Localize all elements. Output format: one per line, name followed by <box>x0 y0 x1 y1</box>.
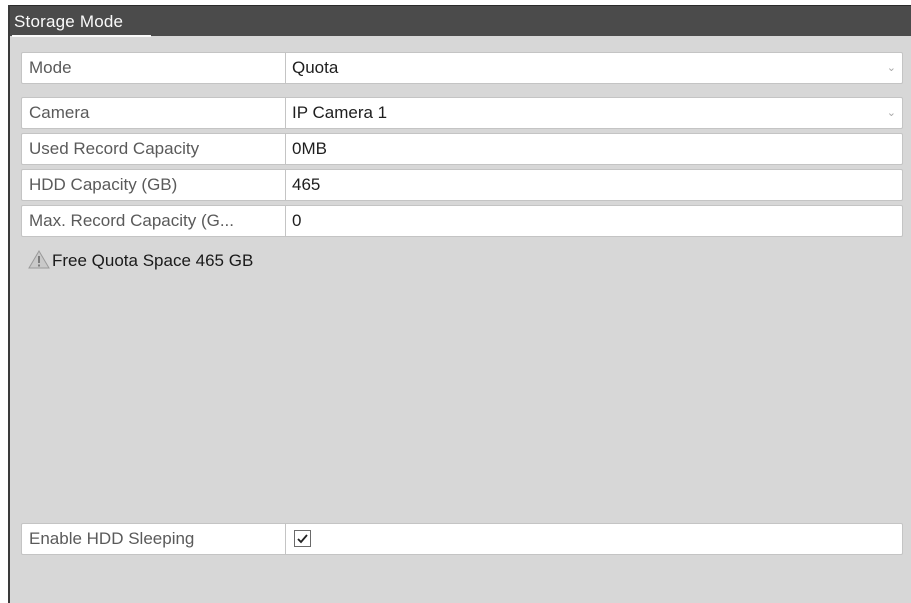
page-title: Storage Mode <box>14 12 124 31</box>
max-capacity-input[interactable]: 0 <box>286 206 902 236</box>
hdd-sleeping-cell <box>286 524 902 554</box>
hdd-sleeping-checkbox[interactable] <box>294 530 311 547</box>
storage-mode-panel: Storage Mode Mode Quota ⌄ Camera IP Came… <box>8 5 911 603</box>
camera-select[interactable]: IP Camera 1 ⌄ <box>286 98 902 128</box>
used-capacity-label: Used Record Capacity <box>22 134 286 164</box>
max-capacity-label: Max. Record Capacity (G... <box>22 206 286 236</box>
mode-value: Quota <box>292 58 339 77</box>
mode-label: Mode <box>22 53 286 83</box>
title-bar: Storage Mode <box>10 5 911 37</box>
used-capacity-row: Used Record Capacity 0MB <box>21 133 903 165</box>
hdd-capacity-value: 465 <box>292 175 321 194</box>
camera-value: IP Camera 1 <box>292 103 388 122</box>
hdd-sleeping-row: Enable HDD Sleeping <box>21 523 903 555</box>
warning-icon <box>28 249 50 274</box>
used-capacity-value: 0MB <box>292 139 327 158</box>
max-capacity-row: Max. Record Capacity (G... 0 <box>21 205 903 237</box>
free-quota-warning: Free Quota Space 465 GB <box>28 249 253 273</box>
chevron-down-icon[interactable]: ⌄ <box>887 98 896 128</box>
mode-row: Mode Quota ⌄ <box>21 52 903 84</box>
warning-text: Free Quota Space 465 GB <box>52 251 254 270</box>
chevron-down-icon[interactable]: ⌄ <box>887 53 896 83</box>
hdd-sleeping-label: Enable HDD Sleeping <box>22 524 286 554</box>
mode-select[interactable]: Quota ⌄ <box>286 53 902 83</box>
hdd-capacity-label: HDD Capacity (GB) <box>22 170 286 200</box>
checkmark-icon <box>297 534 308 544</box>
title-underline <box>12 35 151 37</box>
hdd-capacity-row: HDD Capacity (GB) 465 <box>21 169 903 201</box>
camera-row: Camera IP Camera 1 ⌄ <box>21 97 903 129</box>
camera-label: Camera <box>22 98 286 128</box>
